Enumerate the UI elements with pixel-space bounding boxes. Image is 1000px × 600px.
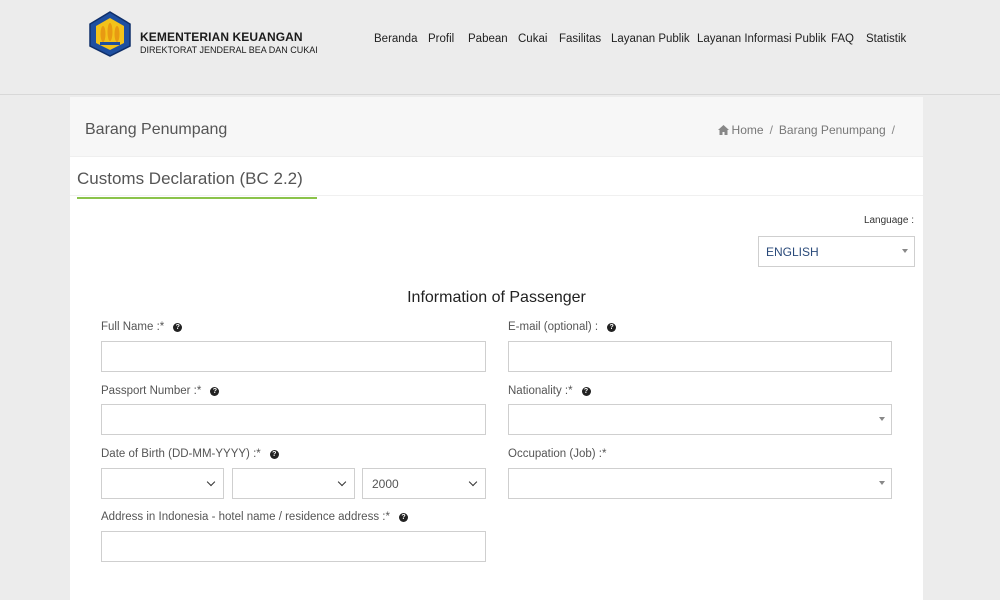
breadcrumb-separator: /	[769, 123, 773, 137]
email-input[interactable]	[508, 341, 892, 372]
help-icon[interactable]: ?	[581, 387, 591, 396]
passport-label: Passport Number :*?	[101, 385, 220, 397]
help-icon[interactable]: ?	[398, 513, 408, 522]
tab-divider	[70, 195, 923, 196]
site-header: KEMENTERIAN KEUANGAN DIREKTORAT JENDERAL…	[0, 0, 1000, 95]
address-input[interactable]	[101, 531, 486, 562]
dob-year-select[interactable]: 2000	[362, 468, 486, 499]
nav-profil[interactable]: Profil	[428, 33, 454, 45]
help-icon[interactable]: ?	[173, 323, 183, 332]
nav-faq[interactable]: FAQ	[831, 33, 854, 45]
occupation-select[interactable]	[508, 468, 892, 499]
full-name-label: Full Name :*?	[101, 321, 183, 333]
org-line-1: KEMENTERIAN KEUANGAN	[140, 30, 303, 44]
nav-beranda[interactable]: Beranda	[374, 33, 417, 45]
help-icon[interactable]: ?	[210, 387, 220, 396]
full-name-input[interactable]	[101, 341, 486, 372]
section-title: Information of Passenger	[407, 289, 586, 306]
language-value: ENGLISH	[766, 245, 819, 259]
caret-down-icon	[879, 481, 885, 485]
nationality-label: Nationality :*?	[508, 385, 591, 397]
dob-month-select[interactable]	[232, 468, 355, 499]
caret-down-icon	[902, 249, 908, 253]
passport-input[interactable]	[101, 404, 486, 435]
breadcrumb: Home / Barang Penumpang /	[717, 123, 901, 137]
dob-year-value: 2000	[372, 477, 399, 491]
language-select[interactable]: ENGLISH	[758, 236, 915, 267]
organization-name: KEMENTERIAN KEUANGAN DIREKTORAT JENDERAL…	[140, 30, 318, 56]
content-card: Barang Penumpang Home / Barang Penumpang / …	[70, 97, 923, 600]
email-label: E-mail (optional) :?	[508, 321, 617, 333]
breadcrumb-separator: /	[891, 123, 895, 137]
nav-layanan-publik[interactable]: Layanan Publik	[611, 33, 690, 45]
help-icon[interactable]: ?	[269, 450, 279, 459]
page-title: Barang Penumpang	[85, 121, 228, 138]
language-label: Language :	[863, 215, 914, 226]
occupation-label: Occupation (Job) :*	[508, 448, 607, 460]
nav-statistik[interactable]: Statistik	[866, 33, 906, 45]
nav-fasilitas[interactable]: Fasilitas	[559, 33, 601, 45]
nationality-select[interactable]	[508, 404, 892, 435]
dob-label: Date of Birth (DD-MM-YYYY) :*?	[101, 448, 279, 460]
org-line-2: DIREKTORAT JENDERAL BEA DAN CUKAI	[140, 45, 318, 55]
chevron-down-icon	[206, 477, 216, 487]
nav-pabean[interactable]: Pabean	[468, 33, 508, 45]
nav-layanan-informasi-publik[interactable]: Layanan Informasi Publik	[697, 33, 826, 45]
help-icon[interactable]: ?	[607, 323, 617, 332]
address-label: Address in Indonesia - hotel name / resi…	[101, 511, 408, 523]
chevron-down-icon	[468, 477, 478, 487]
chevron-down-icon	[337, 477, 347, 487]
breadcrumb-home[interactable]: Home	[732, 123, 764, 137]
dob-day-select[interactable]	[101, 468, 224, 499]
home-icon	[717, 125, 729, 135]
page-header: Barang Penumpang Home / Barang Penumpang /	[70, 97, 923, 157]
nav-cukai[interactable]: Cukai	[518, 33, 547, 45]
caret-down-icon	[879, 417, 885, 421]
kemenkeu-logo[interactable]	[86, 10, 134, 58]
breadcrumb-current[interactable]: Barang Penumpang	[779, 123, 886, 137]
